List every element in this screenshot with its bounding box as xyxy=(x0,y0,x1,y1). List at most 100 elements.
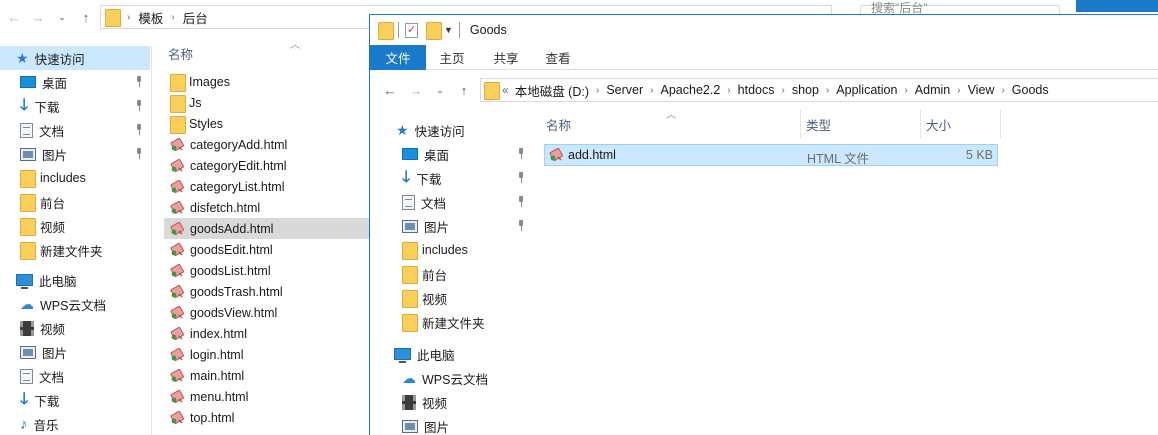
sidebar-item-quick-access[interactable]: ★ 快速访问 xyxy=(370,118,528,142)
sidebar-item-desktop[interactable]: 桌面 xyxy=(0,70,150,94)
file-row[interactable]: menu.html xyxy=(164,386,374,407)
breadcrumb-item[interactable]: Application xyxy=(836,83,897,97)
sidebar-item-downloads-pc[interactable]: 🡓 下载 xyxy=(0,388,150,412)
sidebar-item-documents-pc[interactable]: 文档 xyxy=(0,364,150,388)
file-row[interactable]: goodsView.html xyxy=(164,302,374,323)
breadcrumb-separator-icon[interactable]: › xyxy=(826,85,829,96)
breadcrumb-item[interactable]: 后台 xyxy=(183,8,208,27)
pin-icon[interactable] xyxy=(134,100,144,112)
sidebar-item-this-pc[interactable]: 此电脑 xyxy=(0,268,150,292)
sidebar-item-includes[interactable]: includes xyxy=(370,238,528,262)
pin-icon[interactable] xyxy=(516,172,526,184)
column-header-name[interactable]: 名称 xyxy=(546,110,571,138)
sidebar-item-documents[interactable]: 文档 xyxy=(370,190,528,214)
sidebar-item-videos-folder[interactable]: 视频 xyxy=(0,214,150,238)
folder-row[interactable]: Styles xyxy=(164,113,374,134)
forward-arrow-icon[interactable]: → xyxy=(28,6,48,28)
document-icon xyxy=(20,122,33,138)
breadcrumb-item[interactable]: Admin xyxy=(915,83,950,97)
breadcrumb-item[interactable]: 模板 xyxy=(138,8,163,27)
column-header-size[interactable]: 大小 xyxy=(926,110,951,138)
breadcrumb-separator-icon[interactable]: › xyxy=(1001,85,1004,96)
breadcrumb-separator-icon[interactable]: › xyxy=(727,85,730,96)
sidebar-item-documents[interactable]: 文档 xyxy=(0,118,150,142)
folder-row[interactable]: Js xyxy=(164,92,374,113)
file-row[interactable]: goodsEdit.html xyxy=(164,239,374,260)
folder-icon xyxy=(20,242,36,260)
front-address-bar[interactable]: « 本地磁盘 (D:) › Server › Apache2.2 › htdocs › shop… xyxy=(480,78,1158,102)
breadcrumb-item[interactable]: Goods xyxy=(1012,83,1049,97)
sidebar-item-frontend[interactable]: 前台 xyxy=(0,190,150,214)
pin-icon[interactable] xyxy=(516,220,526,232)
file-row[interactable]: login.html xyxy=(164,344,374,365)
file-row[interactable]: categoryList.html xyxy=(164,176,374,197)
breadcrumb-separator-icon[interactable]: › xyxy=(781,85,784,96)
recent-locations-chevron-icon[interactable]: ⌄ xyxy=(430,79,450,101)
sidebar-item-pictures-pc[interactable]: 图片 xyxy=(370,414,528,435)
file-row[interactable]: goodsTrash.html xyxy=(164,281,374,302)
back-arrow-icon[interactable]: ← xyxy=(380,79,400,101)
sidebar-item-videos-folder[interactable]: 视频 xyxy=(370,286,528,310)
pin-icon[interactable] xyxy=(134,76,144,88)
pin-icon[interactable] xyxy=(516,148,526,160)
breadcrumb-separator-icon[interactable]: › xyxy=(957,85,960,96)
file-row[interactable]: index.html xyxy=(164,323,374,344)
up-arrow-icon[interactable]: ↑ xyxy=(76,6,96,28)
sidebar-item-this-pc[interactable]: 此电脑 xyxy=(370,342,528,366)
column-header-type[interactable]: 类型 xyxy=(806,110,831,138)
tab-view[interactable]: 查看 xyxy=(540,45,576,70)
file-row[interactable]: main.html xyxy=(164,365,374,386)
file-row[interactable]: disfetch.html xyxy=(164,197,374,218)
new-folder-icon[interactable] xyxy=(426,22,442,40)
sidebar-item-downloads[interactable]: 🡓 下载 xyxy=(0,94,150,118)
pin-icon[interactable] xyxy=(134,124,144,136)
breadcrumb-item[interactable]: View xyxy=(968,83,995,97)
file-row[interactable]: goodsAdd.html xyxy=(164,218,374,239)
column-header-name[interactable]: 名称 xyxy=(168,44,193,63)
sidebar-item-quick-access[interactable]: ★ 快速访问 xyxy=(0,46,150,70)
sidebar-item-frontend[interactable]: 前台 xyxy=(370,262,528,286)
breadcrumb-item[interactable]: 本地磁盘 (D:) xyxy=(515,81,589,100)
breadcrumb-item[interactable]: shop xyxy=(792,83,819,97)
folder-row[interactable]: Images xyxy=(164,71,374,92)
breadcrumb-separator-icon[interactable]: › xyxy=(904,85,907,96)
sidebar-item-downloads[interactable]: 🡓 下载 xyxy=(370,166,528,190)
sidebar-item-videos[interactable]: 视频 xyxy=(370,390,528,414)
breadcrumb-item[interactable]: htdocs xyxy=(738,83,775,97)
sidebar-item-pictures[interactable]: 图片 xyxy=(370,214,528,238)
sidebar-item-desktop[interactable]: 桌面 xyxy=(370,142,528,166)
tab-share[interactable]: 共享 xyxy=(488,45,524,70)
pin-icon[interactable] xyxy=(134,148,144,160)
sidebar-item-new-folder[interactable]: 新建文件夹 xyxy=(370,310,528,334)
forward-arrow-icon[interactable]: → xyxy=(406,79,426,101)
up-arrow-icon[interactable]: ↑ xyxy=(454,79,474,101)
breadcrumb-separator-icon[interactable]: › xyxy=(596,85,599,96)
tab-file[interactable]: 文件 xyxy=(370,45,426,70)
html-file-icon xyxy=(170,221,185,236)
breadcrumb-overflow[interactable]: « xyxy=(502,83,509,97)
file-row-selected[interactable]: add.html HTML 文件 5 KB xyxy=(544,144,998,166)
sidebar-item-pictures-pc[interactable]: 图片 xyxy=(0,340,150,364)
quick-access-toolbar-dropdown-icon[interactable]: ▼ xyxy=(444,25,453,35)
tab-home[interactable]: 主页 xyxy=(434,45,470,70)
file-row[interactable]: goodsList.html xyxy=(164,260,374,281)
sidebar-item-wps-cloud[interactable]: ☁ WPS云文档 xyxy=(0,292,150,316)
sidebar-item-wps-cloud[interactable]: ☁ WPS云文档 xyxy=(370,366,528,390)
sidebar-item-includes[interactable]: includes xyxy=(0,166,150,190)
file-row[interactable]: categoryEdit.html xyxy=(164,155,374,176)
breadcrumb-separator-icon[interactable]: › xyxy=(650,85,653,96)
file-row[interactable]: top.html xyxy=(164,407,374,428)
properties-icon[interactable] xyxy=(405,22,418,38)
back-arrow-icon[interactable]: ← xyxy=(4,6,24,28)
pin-icon[interactable] xyxy=(516,196,526,208)
breadcrumb-item[interactable]: Apache2.2 xyxy=(661,83,721,97)
folder-icon xyxy=(402,290,418,308)
sidebar-item-new-folder[interactable]: 新建文件夹 xyxy=(0,238,150,262)
sidebar-item-music[interactable]: ♪ 音乐 xyxy=(0,412,150,435)
breadcrumb-item[interactable]: Server xyxy=(606,83,643,97)
file-row[interactable]: categoryAdd.html xyxy=(164,134,374,155)
sidebar-item-pictures[interactable]: 图片 xyxy=(0,142,150,166)
computer-icon xyxy=(16,274,33,289)
sidebar-item-videos[interactable]: 视频 xyxy=(0,316,150,340)
recent-locations-chevron-icon[interactable]: ⌄ xyxy=(52,6,72,28)
